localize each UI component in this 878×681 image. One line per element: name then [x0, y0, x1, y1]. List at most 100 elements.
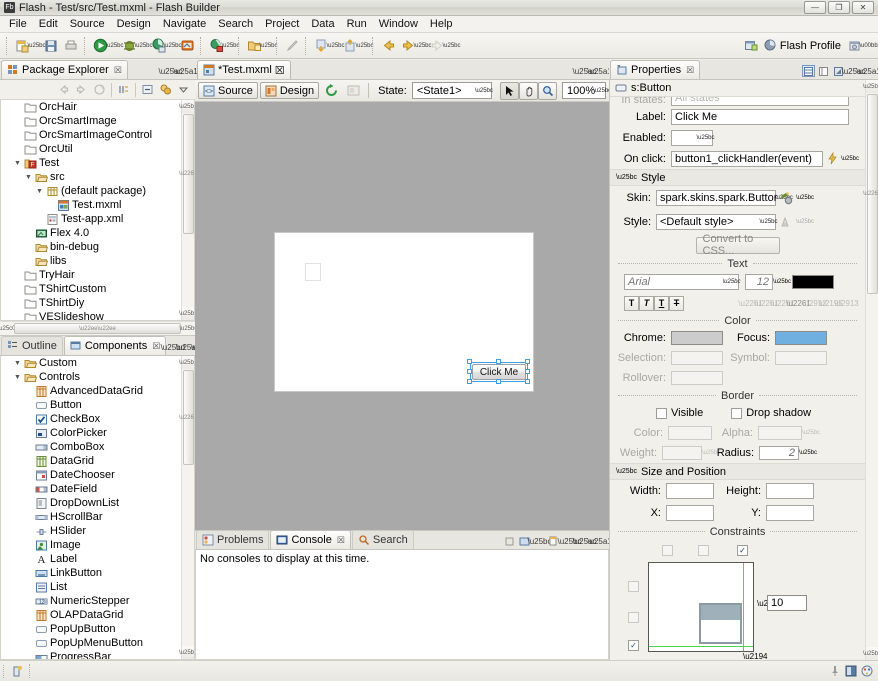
design-mode-button[interactable]: Design [259, 82, 320, 99]
previous-annotation-arrow[interactable]: \u25bc [356, 36, 374, 56]
chevron-down-icon[interactable]: \u25bc [697, 131, 715, 145]
constraint-top-center-checkbox[interactable] [698, 545, 709, 556]
skin-combo[interactable]: spark.skins.spark.Buttor \u25bc [656, 190, 793, 206]
resize-handle-se[interactable] [525, 379, 530, 384]
application-stage[interactable]: Click Me [274, 232, 534, 392]
scroll-down-arrow[interactable]: \u25bc [179, 307, 194, 320]
menu-item-design[interactable]: Design [111, 17, 157, 31]
constraint-preview[interactable] [648, 562, 754, 652]
x-field[interactable] [666, 505, 714, 521]
forward-navigation-icon[interactable] [73, 81, 90, 98]
constraint-left-middle-checkbox[interactable] [628, 612, 639, 623]
close-icon[interactable]: ☒ [114, 65, 122, 76]
package-explorer-tree[interactable]: OrcHair OrcSmartImage OrcSmartImageControl… [0, 100, 195, 321]
tab-package-explorer[interactable]: Package Explorer ☒ [1, 60, 128, 79]
selection-tool[interactable] [500, 81, 519, 100]
resize-handle-w[interactable] [467, 369, 472, 374]
new-dropdown-arrow[interactable]: \u25bc [28, 36, 46, 56]
italic-button[interactable]: T [639, 295, 654, 311]
chevron-down-icon[interactable]: \u25bc [723, 275, 741, 289]
scroll-up-arrow[interactable]: \u25b2 [863, 80, 878, 93]
maximize-icon[interactable]: \u25a1 [173, 65, 197, 77]
generate-handler-icon[interactable] [823, 152, 841, 165]
build-status-icon[interactable] [10, 664, 25, 679]
convert-to-css-button[interactable]: Convert to CSS... [695, 233, 780, 257]
next-annotation-arrow[interactable]: \u25bc [327, 36, 345, 56]
maximize-icon[interactable]: \u25a1 [587, 535, 611, 547]
menu-item-search[interactable]: Search [212, 17, 259, 31]
resize-handle-s[interactable] [496, 379, 501, 384]
resize-handle-ne[interactable] [525, 359, 530, 364]
constraint-left-bottom-checkbox[interactable] [628, 640, 639, 651]
tab-problems[interactable]: Problems [196, 530, 270, 549]
tree-item[interactable]: ▼ Custom [1, 356, 181, 370]
tree-item[interactable]: 12 NumericStepper [1, 594, 181, 608]
focus-color-swatch[interactable] [775, 331, 827, 345]
package-tree-vscrollbar[interactable]: \u25b2 \u2261 \u25bc [179, 100, 194, 320]
chevron-down-icon[interactable]: \u25bc [799, 450, 817, 456]
scroll-left-arrow[interactable]: \u25c0 [0, 322, 16, 335]
tree-item[interactable]: LinkButton [1, 566, 181, 580]
tree-item[interactable]: PopUpMenuButton [1, 636, 181, 650]
hand-tool[interactable] [519, 81, 538, 100]
tree-item[interactable]: ProgressBar [1, 650, 181, 659]
restore-button[interactable]: ❐ [828, 1, 850, 14]
y-field[interactable] [766, 505, 814, 521]
chrome-color-swatch[interactable] [671, 331, 723, 345]
view-menu-icon[interactable] [175, 81, 192, 98]
maximize-icon[interactable]: \u25a1 [587, 65, 611, 77]
tree-item[interactable]: VESlideshow [1, 310, 181, 320]
resize-handle-n[interactable] [496, 359, 501, 364]
expand-collapse-icon[interactable]: ▼ [12, 374, 23, 381]
minimize-button[interactable]: — [804, 1, 826, 14]
collapse-all-icon[interactable] [139, 81, 156, 98]
tree-item[interactable]: bin-debug [1, 240, 181, 254]
zoom-tool[interactable] [538, 81, 557, 100]
tab-components[interactable]: Components ☒ [63, 336, 167, 355]
back-navigation-icon[interactable] [55, 81, 72, 98]
scroll-right-arrow[interactable]: \u25b6 [179, 322, 197, 335]
drop-shadow-checkbox-group[interactable]: Drop shadow [731, 407, 811, 419]
refresh-button[interactable] [321, 81, 341, 101]
pin-icon[interactable] [827, 664, 842, 679]
size-position-section-header[interactable]: \u25bc Size and Position [610, 463, 865, 480]
collapse-arrow-icon[interactable]: \u25bc [616, 174, 637, 181]
tree-item[interactable]: ▼ Controls [1, 370, 181, 384]
strikethrough-button[interactable]: T [669, 295, 684, 311]
tab-outline[interactable]: Outline [1, 336, 63, 355]
tree-item[interactable]: HScrollBar [1, 510, 181, 524]
constraint-right-value[interactable]: 10 [767, 595, 807, 611]
debug-dropdown-arrow[interactable]: \u25bc [135, 36, 153, 56]
collapse-arrow-icon[interactable]: \u25bc [616, 468, 637, 475]
constraint-top-right-checkbox[interactable] [737, 545, 748, 556]
perspective-more-arrow[interactable]: \u00bb [859, 36, 877, 56]
resize-handle-nw[interactable] [467, 359, 472, 364]
chevron-down-icon[interactable]: \u25bc [796, 195, 814, 201]
expand-collapse-icon[interactable]: ▼ [34, 188, 45, 195]
scroll-thumb[interactable]: \u2261 [179, 114, 194, 234]
menu-item-file[interactable]: File [3, 17, 33, 31]
new-folder-dropdown-arrow[interactable]: \u25bc [260, 36, 278, 56]
tree-item[interactable]: TShirtDiy [1, 296, 181, 310]
enabled-combo[interactable]: \u25bc [671, 129, 715, 146]
close-button[interactable]: ✕ [852, 1, 874, 14]
menu-item-help[interactable]: Help [424, 17, 459, 31]
category-view-button[interactable] [817, 65, 830, 77]
empty-placeholder-box[interactable] [305, 263, 321, 281]
flash-profile-button[interactable]: Flash Profile [761, 39, 844, 52]
chevron-down-icon[interactable]: \u25bc [841, 156, 859, 162]
font-size-field[interactable]: 12 [745, 274, 773, 290]
tree-item[interactable]: ▼ F Test [1, 156, 181, 170]
expand-collapse-icon[interactable]: ▼ [23, 174, 34, 181]
tab-console[interactable]: Console ☒ [270, 530, 351, 549]
underline-button[interactable]: T [654, 295, 669, 311]
filters-icon[interactable] [157, 81, 174, 98]
tree-item[interactable]: OrcHair [1, 100, 181, 114]
tree-item[interactable]: libs [1, 254, 181, 268]
scroll-up-arrow[interactable]: \u25b2 [179, 100, 194, 113]
label-field[interactable]: Click Me [671, 108, 849, 125]
tree-item[interactable]: OLAPDataGrid [1, 608, 181, 622]
chevron-down-icon[interactable]: \u25bc [593, 83, 611, 98]
menu-item-data[interactable]: Data [305, 17, 340, 31]
tree-item[interactable]: OrcSmartImageControl [1, 128, 181, 142]
